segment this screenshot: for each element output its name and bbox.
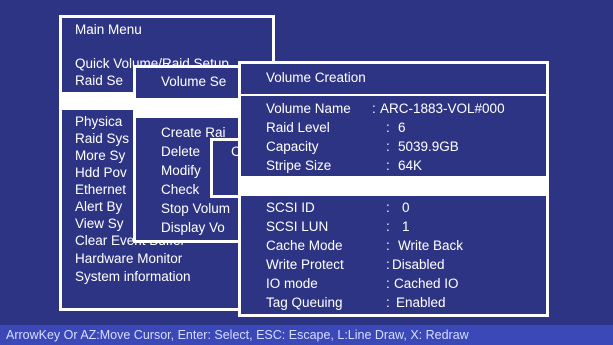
stripe-size-label: Stripe Size — [266, 158, 332, 173]
capacity-separator: : — [386, 139, 390, 154]
cache-mode-label: Cache Mode — [266, 238, 343, 253]
stripe-size-separator: : — [386, 158, 390, 173]
cache-mode-value[interactable]: Write Back — [398, 238, 463, 254]
scsi-id-value[interactable]: 0 — [402, 200, 410, 216]
menu-item-stop-volume-check[interactable]: Stop Volum — [161, 201, 230, 217]
io-mode-label: IO mode — [266, 276, 318, 291]
volume-creation-title-divider — [241, 94, 546, 96]
capacity-value[interactable]: 5039.9GB — [398, 139, 459, 155]
scsi-lun-value[interactable]: 1 — [402, 219, 410, 235]
menu-item-hdd-power-management[interactable]: Hdd Pov — [75, 165, 127, 181]
tag-queuing-value[interactable]: Enabled — [396, 295, 446, 311]
menu-item-delete-volume[interactable]: Delete — [161, 144, 200, 160]
menu-item-ethernet-configuration[interactable]: Ethernet — [75, 182, 126, 198]
cache-mode-separator: : — [386, 238, 390, 253]
volume-creation-window: Volume Creation Volume Name : ARC-1883-V… — [238, 61, 549, 317]
volume-creation-selected-row[interactable] — [241, 176, 546, 196]
tag-queuing-separator: : — [386, 295, 390, 310]
volume-set-menu-title: Volume Se — [161, 74, 227, 89]
write-protect-label: Write Protect — [266, 257, 344, 272]
main-menu-title: Main Menu — [75, 22, 142, 37]
volume-name-label: Volume Name — [266, 101, 351, 116]
raid-level-value[interactable]: 6 — [398, 120, 406, 136]
write-protect-value[interactable]: Disabled — [392, 257, 445, 273]
menu-item-check-volume[interactable]: Check — [161, 182, 199, 198]
io-mode-separator: : — [386, 276, 390, 291]
menu-item-modify-volume[interactable]: Modify — [161, 163, 201, 179]
stripe-size-value[interactable]: 64K — [398, 158, 422, 174]
scsi-id-label: SCSI ID — [266, 200, 315, 215]
io-mode-value[interactable]: Cached IO — [394, 276, 459, 292]
status-bar: ArrowKey Or AZ:Move Cursor, Enter: Selec… — [0, 325, 613, 345]
menu-item-system-information[interactable]: System information — [75, 269, 191, 285]
volume-name-separator: : — [372, 101, 376, 116]
scsi-lun-separator: : — [386, 219, 390, 234]
tag-queuing-label: Tag Queuing — [266, 295, 343, 310]
raid-level-label: Raid Level — [266, 120, 330, 135]
raid-level-separator: : — [386, 120, 390, 135]
volume-creation-title: Volume Creation — [266, 70, 366, 85]
write-protect-separator: : — [386, 257, 390, 272]
menu-item-raid-system-function[interactable]: Raid Sys — [75, 131, 129, 147]
menu-item-view-system-events[interactable]: View Sy — [75, 216, 124, 232]
menu-item-more-system-functions[interactable]: More Sy — [75, 148, 125, 164]
menu-item-raid-set-function[interactable]: Raid Se — [75, 73, 123, 89]
menu-item-alert-by-mail[interactable]: Alert By — [75, 199, 122, 215]
menu-item-physical-drives[interactable]: Physica — [75, 114, 122, 130]
capacity-label: Capacity — [266, 139, 319, 154]
volume-name-value[interactable]: ARC-1883-VOL#000 — [380, 101, 505, 117]
scsi-lun-label: SCSI LUN — [266, 219, 329, 234]
scsi-id-separator: : — [386, 200, 390, 215]
menu-item-hardware-monitor[interactable]: Hardware Monitor — [75, 251, 182, 267]
menu-item-display-volume-info[interactable]: Display Vo — [161, 220, 225, 236]
